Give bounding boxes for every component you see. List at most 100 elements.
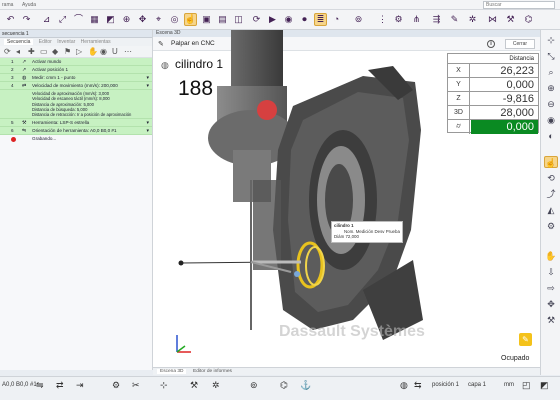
- position-select[interactable]: posición 1: [432, 382, 459, 388]
- undo-icon[interactable]: ↶: [4, 13, 17, 26]
- robot-icon[interactable]: ⚙: [392, 13, 405, 26]
- render-icon[interactable]: ◐: [544, 130, 558, 142]
- fit-icon[interactable]: ⤢: [56, 13, 69, 26]
- chevron-down-icon[interactable]: ▾: [146, 74, 149, 82]
- position-icon[interactable]: ⇆: [414, 380, 422, 391]
- robot-arm-icon[interactable]: ⚙: [544, 220, 558, 232]
- tab-escena-3d[interactable]: Escena 3D: [157, 369, 187, 374]
- cube-icon[interactable]: ◰: [522, 380, 531, 391]
- crosshair-icon[interactable]: ⌖: [152, 13, 165, 26]
- network-icon[interactable]: ⋮: [376, 13, 389, 26]
- circle-icon[interactable]: ◎: [168, 13, 181, 26]
- probe-icon[interactable]: ⚓: [300, 380, 311, 391]
- world-icon[interactable]: ◍: [400, 380, 408, 391]
- move-icon[interactable]: ✥: [136, 13, 149, 26]
- hand-icon[interactable]: ✋: [544, 250, 558, 262]
- wrench-icon[interactable]: ✎: [448, 13, 461, 26]
- sequence-step[interactable]: 3 ◍ Medir: cmm 1 - punto ▾: [0, 74, 152, 82]
- add-step-icon[interactable]: ⟳: [4, 47, 11, 56]
- probe-mode-icon[interactable]: ☝: [544, 156, 558, 168]
- tab-inventar[interactable]: Inventar: [57, 39, 75, 45]
- axis-icon[interactable]: ⊹: [160, 380, 168, 391]
- settings-icon[interactable]: ⚒: [544, 314, 558, 326]
- select-icon[interactable]: ◩: [104, 13, 117, 26]
- layers-icon[interactable]: ⋔: [410, 13, 423, 26]
- info-icon[interactable]: i: [487, 40, 495, 48]
- scan-icon[interactable]: ⋈: [486, 13, 499, 26]
- run-icon[interactable]: ▷: [76, 47, 82, 56]
- joint-icon[interactable]: ⌬: [522, 13, 535, 26]
- paste-icon[interactable]: ⚑: [64, 47, 71, 56]
- tool-icon[interactable]: ⚒: [504, 13, 517, 26]
- chevron-down-icon[interactable]: ▾: [146, 119, 149, 127]
- rotate-icon[interactable]: ⟳: [250, 13, 263, 26]
- link-icon[interactable]: ⇄: [56, 380, 64, 391]
- arm-icon[interactable]: ⚙: [112, 380, 120, 391]
- pan-icon[interactable]: ✥: [544, 298, 558, 310]
- visibility-icon[interactable]: ◉: [544, 114, 558, 126]
- sequence-step[interactable]: 4 ⇄ Velocidad de movimiento (mm/s): 200,00…: [0, 82, 152, 90]
- reference-icon[interactable]: ⊕: [120, 13, 133, 26]
- probe-icon[interactable]: ☝: [184, 13, 197, 26]
- chevron-down-icon[interactable]: ▾: [146, 82, 149, 90]
- layer-select[interactable]: capa 1: [468, 382, 486, 388]
- menu-item-rama[interactable]: rama: [2, 2, 13, 8]
- move-down-icon[interactable]: ▭: [40, 47, 48, 56]
- options-icon[interactable]: ⋯: [124, 47, 132, 56]
- menu-item-ayuda[interactable]: Ayuda: [22, 2, 36, 8]
- jog-icon[interactable]: ⇋: [36, 380, 44, 391]
- report-icon[interactable]: ≣: [314, 13, 327, 26]
- sequence-step[interactable]: 6 ⇋ Orientación de herramienta: A0,0 B0,0 …: [0, 127, 152, 136]
- tab-herramientas[interactable]: Herramientas: [81, 39, 111, 45]
- undo-step-icon[interactable]: U: [112, 47, 118, 56]
- table-icon[interactable]: ▤: [216, 13, 229, 26]
- zoom-fit-icon[interactable]: ⤡: [544, 50, 558, 62]
- step-icon[interactable]: ⇥: [76, 380, 84, 391]
- zoom-out-icon[interactable]: ⊖: [544, 98, 558, 110]
- stop-icon[interactable]: ◉: [282, 13, 295, 26]
- close-button[interactable]: Cerrar: [505, 39, 535, 49]
- move-right-icon[interactable]: ⇨: [544, 282, 558, 294]
- target-icon[interactable]: ⊚: [352, 13, 365, 26]
- speed-icon: ⇄: [22, 83, 27, 89]
- edge-icon[interactable]: ⌒: [72, 13, 85, 26]
- rotate-view-icon[interactable]: ⟲: [544, 172, 558, 184]
- tab-editor-informes[interactable]: Editor de informes: [193, 369, 232, 374]
- scene-3d[interactable]: Escena 3D ✎ Palpar en CNC i Cerrar ◍ cil…: [153, 30, 540, 367]
- copy-icon[interactable]: ◆: [52, 47, 58, 56]
- redo-icon[interactable]: ↷: [20, 13, 33, 26]
- axis-view-icon[interactable]: ⊹: [544, 34, 558, 46]
- grid-icon[interactable]: ▦: [88, 13, 101, 26]
- record-icon[interactable]: ⏺: [298, 13, 311, 26]
- remove-step-icon[interactable]: ◂: [16, 47, 20, 56]
- sequence-step[interactable]: 1 ↗ Activar mundo: [0, 58, 152, 66]
- zoom-in-icon[interactable]: ⊕: [544, 82, 558, 94]
- image-icon[interactable]: ▣: [200, 13, 213, 26]
- move-down-icon[interactable]: ⇩: [544, 266, 558, 278]
- gauge-icon[interactable]: ◔: [330, 13, 343, 26]
- cut-icon[interactable]: ✂: [132, 380, 140, 391]
- move-up-icon[interactable]: ✚: [28, 47, 35, 56]
- measure-icon[interactable]: ⊿: [40, 13, 53, 26]
- chevron-down-icon[interactable]: ▾: [146, 127, 149, 135]
- gear-icon[interactable]: ✲: [466, 13, 479, 26]
- stop-step-icon[interactable]: ◉: [100, 47, 107, 56]
- robot-icon[interactable]: ⌬: [280, 380, 288, 391]
- tool-change-icon[interactable]: ⚒: [190, 380, 198, 391]
- sequence-step[interactable]: 2 ↗ Activar posición 1: [0, 66, 152, 74]
- probe-step-icon[interactable]: ✋: [88, 47, 98, 56]
- unit-select[interactable]: mm: [504, 382, 514, 388]
- section-icon[interactable]: ◭: [544, 204, 558, 216]
- zoom-icon[interactable]: ⌕: [544, 66, 558, 78]
- tab-editor[interactable]: Editor: [39, 39, 52, 45]
- gear-icon[interactable]: ✲: [212, 380, 220, 391]
- tab-secuencia[interactable]: Secuencia: [4, 39, 34, 45]
- view-cube-icon[interactable]: ◩: [540, 380, 549, 391]
- play-icon[interactable]: ▶: [266, 13, 279, 26]
- sequence-step[interactable]: 5 ⚒ Herramienta: LSP-S estrella ▾: [0, 119, 152, 128]
- arrows-icon[interactable]: ⇶: [430, 13, 443, 26]
- target-icon[interactable]: ⊚: [250, 380, 258, 391]
- path-icon[interactable]: ⤴: [544, 188, 558, 200]
- search-input[interactable]: Buscar: [483, 1, 555, 9]
- camera-icon[interactable]: ◫: [232, 13, 245, 26]
